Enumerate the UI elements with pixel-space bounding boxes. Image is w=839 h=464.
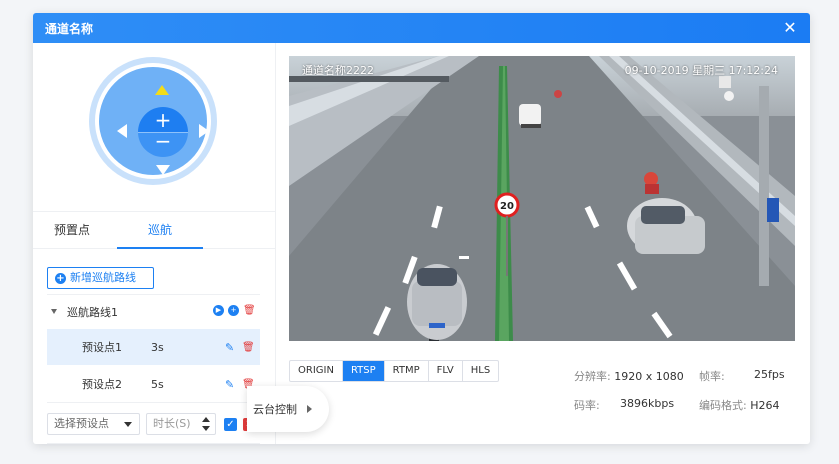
zoom-out-button[interactable]: −: [138, 131, 188, 157]
ptz-right-arrow-icon[interactable]: [199, 124, 209, 138]
duration-placeholder: 时长(S): [153, 417, 191, 430]
tab-presets[interactable]: 预置点: [47, 212, 97, 249]
channel-dialog: 通道名称 ✕ + − 预置点 巡航 + 新增巡航路线 巡航路线1 ▶ + 🗑 预…: [33, 13, 810, 444]
protocol-flv[interactable]: FLV: [429, 361, 463, 381]
add-preset-icon[interactable]: +: [228, 305, 239, 316]
video-frame: 20: [289, 56, 795, 341]
add-route-label: 新增巡航路线: [70, 271, 136, 284]
video-channel-label: 通道名称2222: [302, 64, 374, 77]
ptz-pad: + −: [99, 67, 209, 175]
ptz-up-arrow-icon[interactable]: [155, 85, 169, 95]
protocol-rtmp[interactable]: RTMP: [385, 361, 429, 381]
stepper-icon[interactable]: [202, 417, 210, 431]
codec-stat: 编码格式: H264: [699, 397, 780, 413]
duration-input[interactable]: 时长(S): [146, 413, 216, 435]
bitrate-value: 3896kbps: [620, 397, 675, 410]
confirm-checkbox-icon[interactable]: ✓: [224, 418, 237, 431]
route-actions: ▶ + 🗑: [213, 305, 256, 316]
edit-icon[interactable]: ✎: [225, 379, 236, 390]
close-icon[interactable]: ✕: [782, 20, 798, 36]
preset-row[interactable]: 预设点2 5s ✎ 🗑: [47, 366, 260, 402]
ptz-down-arrow-icon[interactable]: [156, 165, 170, 175]
resolution-value: 1920 x 1080: [614, 370, 684, 383]
resolution-key: 分辨率:: [574, 370, 611, 383]
preset-name: 预设点1: [82, 341, 122, 354]
codec-value: H264: [750, 399, 780, 412]
protocol-rtsp[interactable]: RTSP: [342, 361, 385, 381]
expand-caret-icon[interactable]: [51, 309, 57, 314]
chevron-right-icon: [307, 405, 312, 413]
plus-circle-icon: +: [55, 272, 66, 284]
preset-select[interactable]: 选择预设点: [47, 413, 140, 435]
bitrate-key: 码率:: [574, 399, 600, 412]
preset-name: 预设点2: [82, 378, 122, 391]
preset-time: 5s: [151, 377, 164, 391]
ptz-left-arrow-icon[interactable]: [117, 124, 127, 138]
preset-time: 3s: [151, 340, 164, 354]
tab-cruise[interactable]: 巡航: [117, 212, 203, 249]
video-timestamp: 09-10-2019 星期三 17:12:24: [624, 64, 778, 77]
ptz-control-toggle[interactable]: 云台控制: [247, 386, 329, 432]
dialog-title: 通道名称: [45, 21, 94, 36]
speed-limit-sign: 20: [500, 201, 514, 212]
protocol-hls[interactable]: HLS: [463, 361, 498, 381]
dialog-titlebar: 通道名称: [33, 13, 810, 43]
add-preset-row: 选择预设点 时长(S) ✓ ✕: [47, 402, 260, 444]
bitrate-value-wrap: 3896kbps: [620, 397, 674, 410]
cruise-route-row[interactable]: 巡航路线1 ▶ + 🗑: [47, 294, 260, 328]
ptz-panel: + − 预置点 巡航 + 新增巡航路线 巡航路线1 ▶ + 🗑 预设点1 3s: [33, 43, 276, 444]
delete-icon[interactable]: 🗑: [242, 342, 255, 353]
bitrate-stat: 码率:: [574, 397, 600, 413]
ptz-joystick: + −: [89, 57, 217, 185]
protocol-tabs: ORIGIN RTSP RTMP FLV HLS: [289, 360, 500, 382]
preset-select-placeholder: 选择预设点: [54, 417, 109, 430]
preset-row[interactable]: 预设点1 3s ✎ 🗑: [47, 329, 260, 365]
fps-value-wrap: 25fps: [754, 368, 785, 381]
fps-key: 帧率:: [699, 370, 725, 383]
codec-key: 编码格式:: [699, 399, 747, 412]
video-player[interactable]: 20 通道名称2222 09-10-2019 星期三 17:12:24: [289, 56, 795, 341]
add-cruise-route-button[interactable]: + 新增巡航路线: [47, 267, 154, 289]
ptz-toggle-label: 云台控制: [253, 403, 297, 416]
ptz-tabs: 预置点 巡航: [33, 211, 276, 249]
delete-route-icon[interactable]: 🗑: [243, 305, 256, 316]
protocol-origin[interactable]: ORIGIN: [290, 361, 343, 381]
fps-stat: 帧率:: [699, 368, 725, 384]
ptz-zoom-control: + −: [138, 107, 188, 157]
edit-icon[interactable]: ✎: [225, 342, 236, 353]
play-icon[interactable]: ▶: [213, 305, 224, 316]
route-name: 巡航路线1: [67, 305, 118, 319]
resolution-stat: 分辨率: 1920 x 1080: [574, 368, 684, 384]
chevron-down-icon: [124, 422, 132, 427]
fps-value: 25fps: [754, 368, 785, 381]
